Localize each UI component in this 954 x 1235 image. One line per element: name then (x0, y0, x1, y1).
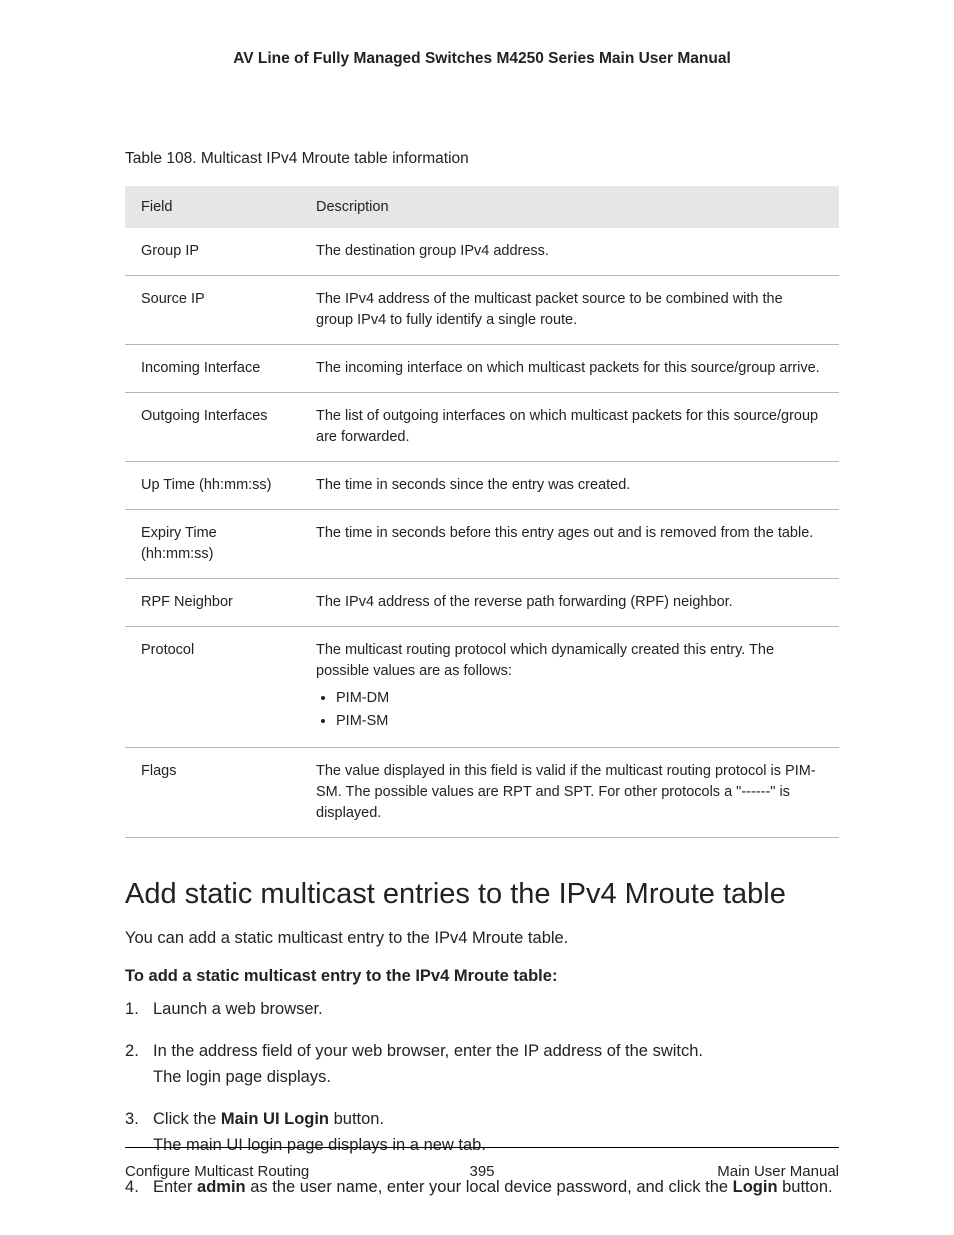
cell-desc: The time in seconds since the entry was … (300, 462, 839, 510)
cell-field: Up Time (hh:mm:ss) (125, 462, 300, 510)
table-row: Outgoing Interfaces The list of outgoing… (125, 393, 839, 462)
table-row: RPF Neighbor The IPv4 address of the rev… (125, 579, 839, 627)
table-row: Expiry Time (hh:mm:ss) The time in secon… (125, 510, 839, 579)
section-bold-lead: To add a static multicast entry to the I… (125, 967, 839, 986)
table-row: Flags The value displayed in this field … (125, 748, 839, 838)
cell-desc: The list of outgoing interfaces on which… (300, 393, 839, 462)
step-subtext: The login page displays. (153, 1066, 839, 1090)
step-text: Enter admin as the user name, enter your… (153, 1178, 833, 1196)
step-text: Launch a web browser. (153, 1000, 323, 1018)
table-row: Incoming Interface The incoming interfac… (125, 345, 839, 393)
table-header-row: Field Description (125, 186, 839, 228)
cell-desc: The destination group IPv4 address. (300, 228, 839, 276)
cell-desc: The value displayed in this field is val… (300, 748, 839, 838)
cell-desc: The incoming interface on which multicas… (300, 345, 839, 393)
page-header-title: AV Line of Fully Managed Switches M4250 … (125, 50, 839, 68)
cell-field: Group IP (125, 228, 300, 276)
mroute-info-table: Field Description Group IP The destinati… (125, 186, 839, 838)
section-heading: Add static multicast entries to the IPv4… (125, 878, 839, 911)
protocol-values-list: PIM-DM PIM-SM (316, 688, 823, 732)
table-row: Source IP The IPv4 address of the multic… (125, 276, 839, 345)
cell-field: RPF Neighbor (125, 579, 300, 627)
col-description: Description (300, 186, 839, 228)
step-item: In the address field of your web browser… (125, 1040, 839, 1090)
table-row: Group IP The destination group IPv4 addr… (125, 228, 839, 276)
list-item: PIM-SM (336, 711, 823, 732)
cell-field: Source IP (125, 276, 300, 345)
section-intro: You can add a static multicast entry to … (125, 927, 839, 951)
cell-desc: The time in seconds before this entry ag… (300, 510, 839, 579)
cell-field: Outgoing Interfaces (125, 393, 300, 462)
footer-right: Main User Manual (717, 1163, 839, 1180)
cell-desc: The IPv4 address of the reverse path for… (300, 579, 839, 627)
cell-field: Incoming Interface (125, 345, 300, 393)
cell-desc-text: The multicast routing protocol which dyn… (316, 642, 774, 679)
page-footer: Configure Multicast Routing 395 Main Use… (125, 1147, 839, 1180)
cell-desc: The multicast routing protocol which dyn… (300, 627, 839, 748)
col-field: Field (125, 186, 300, 228)
cell-field: Flags (125, 748, 300, 838)
table-row: Protocol The multicast routing protocol … (125, 627, 839, 748)
cell-field: Expiry Time (hh:mm:ss) (125, 510, 300, 579)
step-text: Click the Main UI Login button. (153, 1110, 384, 1128)
table-row: Up Time (hh:mm:ss) The time in seconds s… (125, 462, 839, 510)
step-item: Launch a web browser. (125, 998, 839, 1022)
step-text: In the address field of your web browser… (153, 1042, 703, 1060)
cell-desc: The IPv4 address of the multicast packet… (300, 276, 839, 345)
list-item: PIM-DM (336, 688, 823, 709)
cell-field: Protocol (125, 627, 300, 748)
footer-left: Configure Multicast Routing (125, 1163, 309, 1180)
table-caption: Table 108. Multicast IPv4 Mroute table i… (125, 150, 839, 168)
